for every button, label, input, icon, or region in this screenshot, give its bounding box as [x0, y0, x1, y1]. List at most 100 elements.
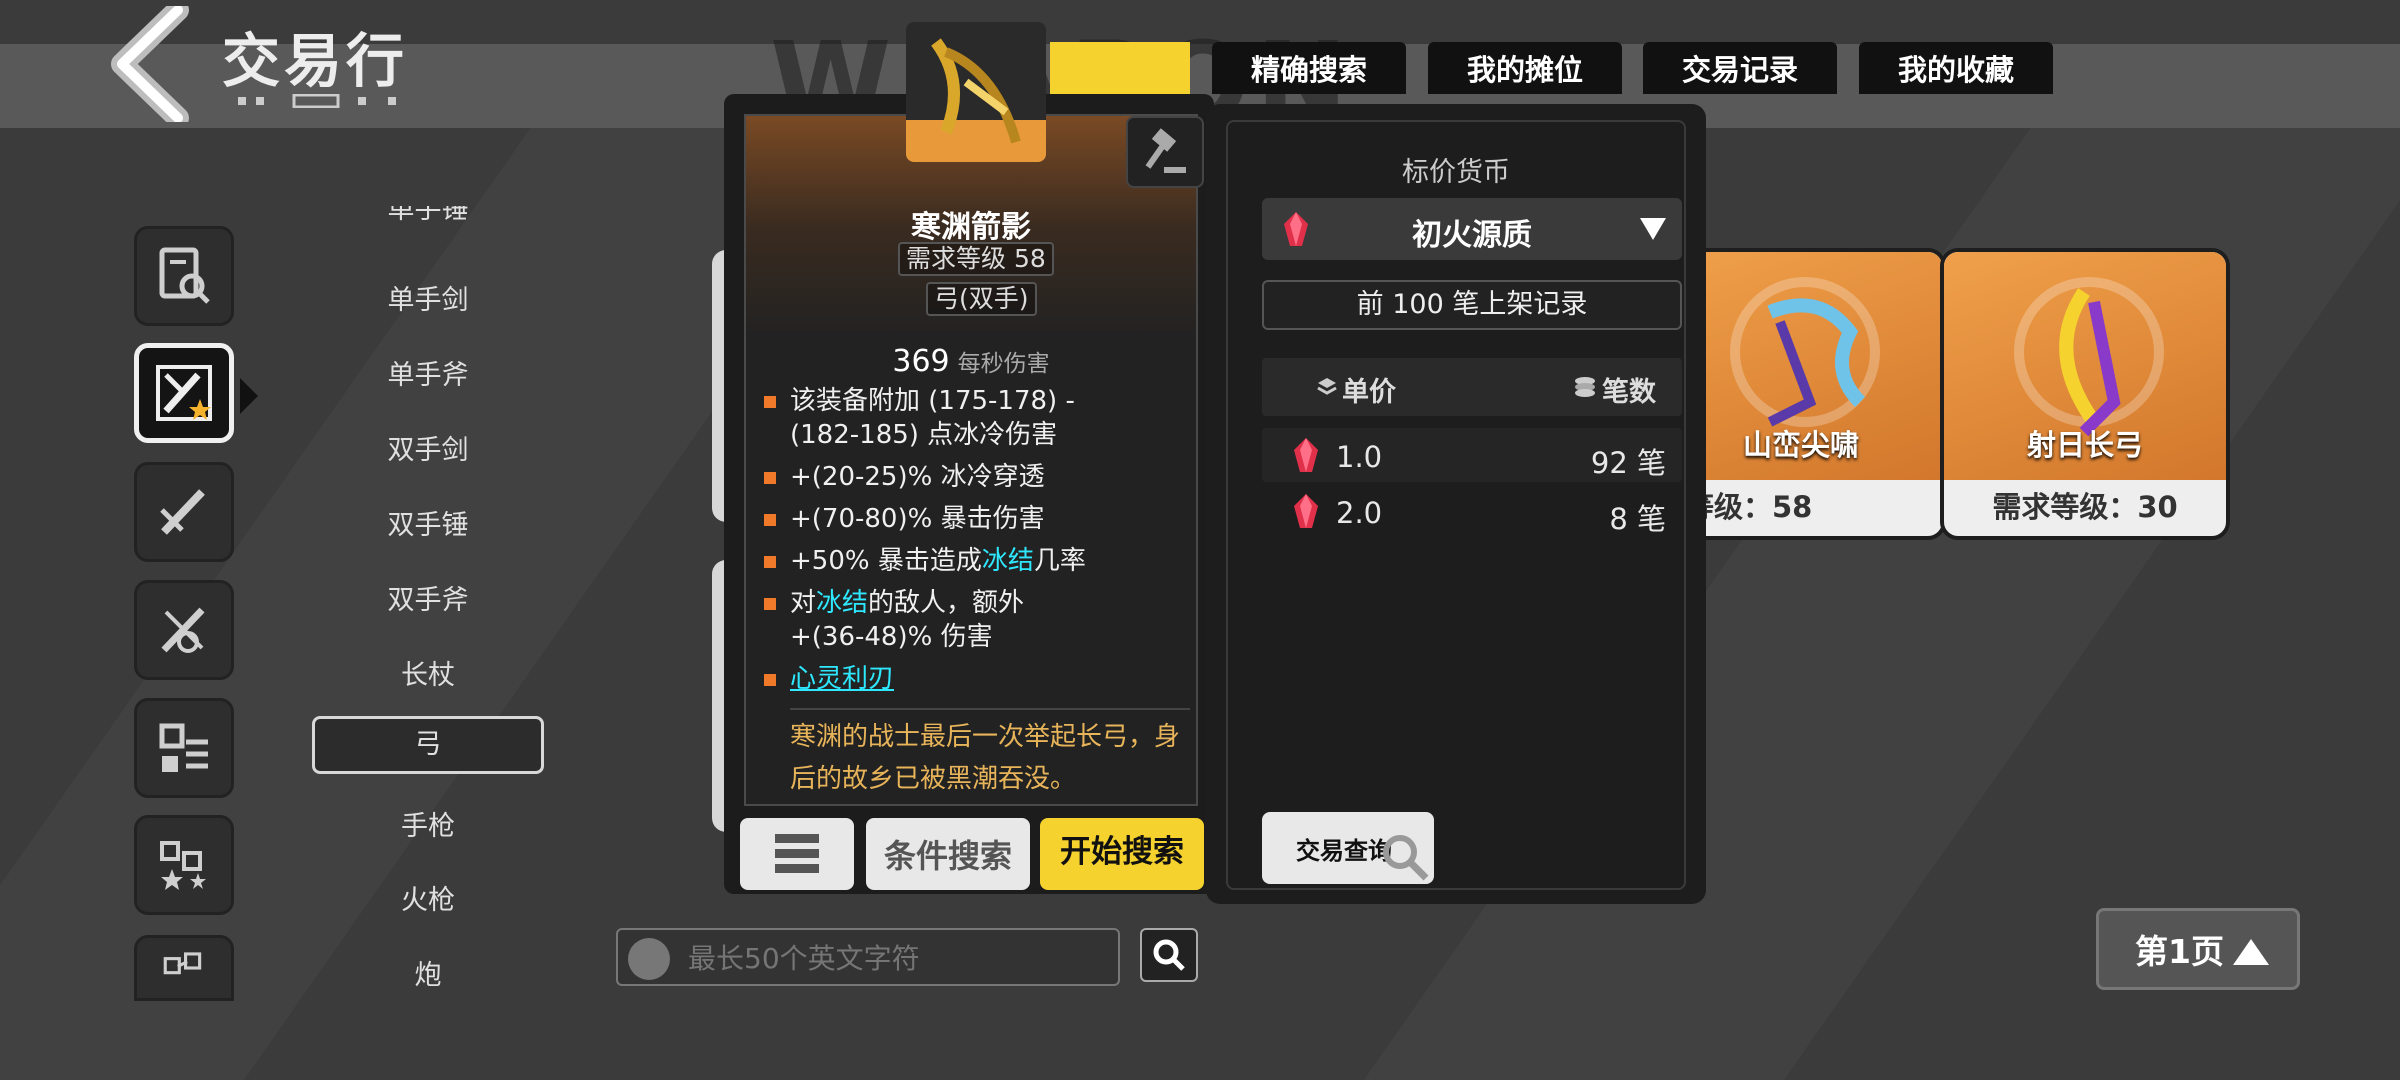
item-card[interactable]: 射日长弓 需求等级：30 — [1940, 248, 2230, 540]
price-panel: 标价货币 初火源质 前 100 笔上架记录 单价 笔数 1.0 92 笔 2.0… — [1206, 104, 1706, 904]
price-row[interactable]: 1.0 92 笔 — [1262, 428, 1682, 482]
item-detail-inner: 寒渊箭影 需求等级 58 弓(双手) 369 每秒伤害 该装备附加 (175-17… — [744, 114, 1198, 806]
row-count: 92 笔 — [1590, 446, 1666, 480]
affix-crit-damage: +(70-80)% 暴击伤害 — [764, 502, 1190, 536]
card-name: 射日长弓 — [2026, 428, 2143, 462]
lore-line: 后的故乡已被黑潮吞没。 — [790, 764, 1077, 794]
back-button[interactable] — [108, 0, 198, 129]
category-weapon-button[interactable] — [134, 343, 234, 443]
price-table-header: 单价 笔数 — [1262, 358, 1682, 416]
menu-button[interactable] — [740, 818, 854, 890]
tab-exact-search[interactable]: 精确搜索 — [1212, 42, 1406, 94]
golden-bow-icon — [931, 38, 1021, 144]
weapon-star-icon — [156, 365, 212, 421]
page-title: 交易行 — [222, 27, 409, 95]
item-level-value: 58 — [1013, 244, 1046, 273]
item-name: 寒渊箭影 — [911, 210, 1031, 245]
col-price: 单价 — [1342, 377, 1396, 408]
currency-dropdown[interactable]: 初火源质 — [1262, 198, 1682, 260]
dps-label: 每秒伤害 — [957, 351, 1050, 377]
category-two-hand-hammer[interactable]: 双手锤 — [312, 503, 544, 542]
affix-cold-penetration: +(20-25)% 冰冷穿透 — [764, 460, 1190, 494]
tab-weapon-active[interactable] — [1050, 42, 1190, 94]
divider — [790, 708, 1190, 710]
price-row[interactable]: 2.0 8 笔 — [1262, 484, 1682, 538]
affix-line: (182-185) 点冰冷伤害 — [790, 420, 1058, 450]
gavel-icon — [1145, 128, 1186, 173]
category-staff[interactable]: 长杖 — [312, 653, 544, 692]
category-material-button[interactable] — [134, 815, 234, 915]
page-up-icon — [2233, 939, 2269, 965]
item-dps: 369 每秒伤害 — [746, 344, 1196, 379]
category-one-hand-hammer[interactable]: 单手锤 — [312, 206, 544, 230]
menu-icon — [775, 834, 819, 873]
category-search-icon-button[interactable] — [134, 226, 234, 326]
affix-text: 对 — [790, 588, 817, 618]
category-misc-button[interactable] — [134, 935, 234, 1001]
chevron-down-icon — [1640, 218, 1666, 240]
skill-link[interactable]: 心灵利刃 — [790, 664, 894, 694]
currency-selected: 初火源质 — [1412, 218, 1532, 253]
list-icon — [628, 938, 670, 980]
stack-icon — [1317, 378, 1337, 395]
item-icon — [906, 22, 1046, 162]
category-one-hand-axe[interactable]: 单手斧 — [312, 353, 544, 392]
accessory-list-icon — [159, 723, 208, 772]
price-panel-inner: 标价货币 初火源质 前 100 笔上架记录 单价 笔数 1.0 92 笔 2.0… — [1226, 120, 1686, 890]
row-count: 8 笔 — [1609, 502, 1666, 536]
search-input[interactable] — [688, 938, 1108, 978]
chain-icon — [163, 952, 202, 975]
affix-keyword[interactable]: 冰结 — [816, 588, 868, 618]
affix-text: +50% 暴击造成 — [790, 546, 982, 576]
affix-cold-damage: 该装备附加 (175-178) - (182-185) 点冰冷伤害 — [764, 384, 1190, 452]
tab-trade-records[interactable]: 交易记录 — [1643, 42, 1837, 94]
magnifier-icon — [1383, 835, 1429, 881]
row-price: 1.0 — [1336, 440, 1383, 474]
active-category-pointer — [240, 378, 258, 414]
item-level-label: 需求等级 — [906, 244, 1007, 273]
grid-star-icon — [160, 841, 206, 890]
tab-my-stall[interactable]: 我的摊位 — [1428, 42, 1622, 94]
category-gear-button[interactable] — [134, 580, 234, 680]
category-two-hand-axe[interactable]: 双手斧 — [312, 578, 544, 617]
page-label: 第1页 — [2135, 932, 2224, 971]
category-cannon[interactable]: 炮 — [312, 953, 544, 992]
category-pistol[interactable]: 手枪 — [312, 804, 544, 843]
top100-records-button[interactable]: 前 100 笔上架记录 — [1262, 280, 1682, 330]
page-button[interactable]: 第1页 — [2096, 908, 2300, 990]
auction-button[interactable] — [1126, 116, 1204, 188]
currency-label: 标价货币 — [1402, 157, 1510, 188]
search-box — [616, 928, 1120, 986]
item-lore: 寒渊的战士最后一次举起长弓，身 后的故乡已被黑潮吞没。 — [790, 716, 1200, 800]
search-list-icon — [159, 247, 210, 304]
trade-query-button[interactable]: 交易查询 — [1262, 812, 1434, 884]
category-bow-selected[interactable]: 弓 — [312, 716, 544, 774]
crystal-icon — [1294, 494, 1318, 528]
affix-keyword[interactable]: 冰结 — [982, 546, 1034, 576]
affix-line: 该装备附加 (175-178) - — [790, 386, 1075, 416]
title-decoration — [238, 94, 396, 108]
search-icon — [1153, 939, 1185, 971]
item-detail-panel: 寒渊箭影 需求等级 58 弓(双手) 369 每秒伤害 该装备附加 (175-17… — [724, 94, 1214, 894]
card-level: 需求等级：30 — [1992, 490, 2178, 524]
category-accessory-button[interactable] — [134, 698, 234, 798]
tab-my-favorites[interactable]: 我的收藏 — [1859, 42, 2053, 94]
category-two-hand-sword[interactable]: 双手剑 — [312, 428, 544, 467]
row-price: 2.0 — [1336, 496, 1383, 530]
affix-text: 几率 — [1033, 546, 1086, 576]
start-search-button[interactable]: 开始搜索 — [1040, 818, 1204, 890]
category-one-hand-sword[interactable]: 单手剑 — [312, 278, 544, 317]
item-level-tag: 需求等级 58 — [898, 242, 1054, 276]
affix-freeze-chance: +50% 暴击造成冰结几率 — [764, 544, 1190, 578]
affix-text: 的敌人，额外 — [868, 588, 1025, 618]
coins-icon — [1575, 377, 1595, 397]
affix-frozen-damage: 对冰结的敌人，额外 +(36-48)% 伤害 — [764, 586, 1190, 654]
blade-icon — [160, 489, 205, 535]
search-button[interactable] — [1140, 928, 1198, 982]
category-armor-button[interactable] — [134, 462, 234, 562]
item-type-tag: 弓(双手) — [926, 282, 1037, 316]
category-musket[interactable]: 火枪 — [312, 878, 544, 917]
col-count: 笔数 — [1602, 377, 1656, 408]
condition-search-button[interactable]: 条件搜索 — [866, 818, 1030, 890]
crystal-icon — [1294, 438, 1318, 472]
